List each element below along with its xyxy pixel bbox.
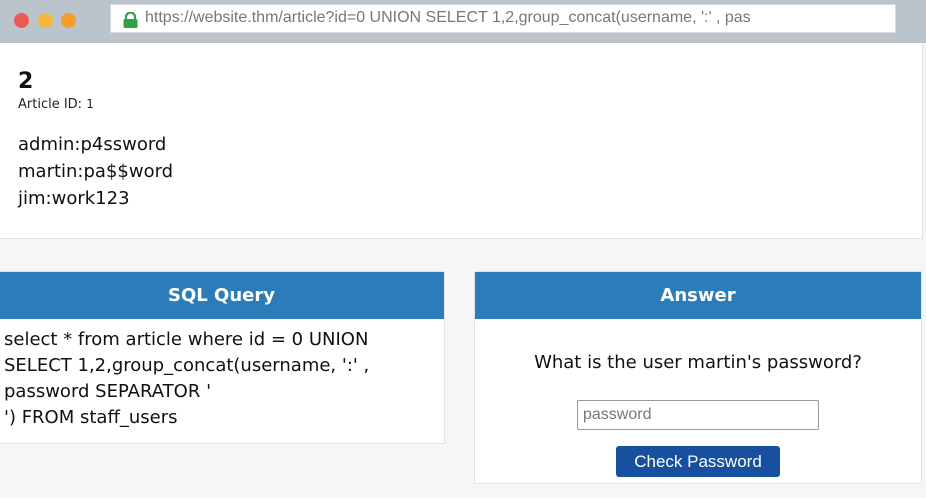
answer-panel: Answer What is the user martin's passwor…	[474, 271, 922, 484]
article-title: 2	[18, 69, 34, 94]
article-card: 2 Article ID: 1 admin:p4ssword martin:pa…	[0, 43, 923, 239]
password-input[interactable]	[577, 400, 819, 430]
article-id: Article ID: 1	[18, 97, 94, 112]
article-content: admin:p4ssword martin:pa$$word jim:work1…	[18, 131, 173, 212]
sql-query-text: select * from article where id = 0 UNION…	[4, 329, 370, 428]
result-line: martin:pa$$word	[18, 161, 174, 182]
close-window-dot[interactable]	[14, 13, 29, 28]
sql-query-panel: SQL Query select * from article where id…	[0, 271, 445, 444]
address-bar[interactable]: https://website.thm/article?id=0 UNION S…	[110, 4, 896, 33]
result-line: jim:work123	[18, 188, 130, 209]
article-id-value: 1	[86, 97, 94, 111]
answer-question: What is the user martin's password?	[534, 352, 862, 373]
article-id-label: Article ID:	[18, 97, 87, 112]
result-line: admin:p4ssword	[18, 134, 167, 155]
lock-icon	[123, 12, 138, 28]
maximize-window-dot[interactable]	[61, 13, 76, 28]
url-text: https://website.thm/article?id=0 UNION S…	[145, 9, 751, 26]
sql-query-header: SQL Query	[0, 272, 444, 319]
minimize-window-dot[interactable]	[38, 13, 53, 28]
answer-header: Answer	[475, 272, 921, 319]
browser-toolbar: https://website.thm/article?id=0 UNION S…	[0, 0, 926, 43]
check-password-button[interactable]: Check Password	[616, 446, 780, 477]
